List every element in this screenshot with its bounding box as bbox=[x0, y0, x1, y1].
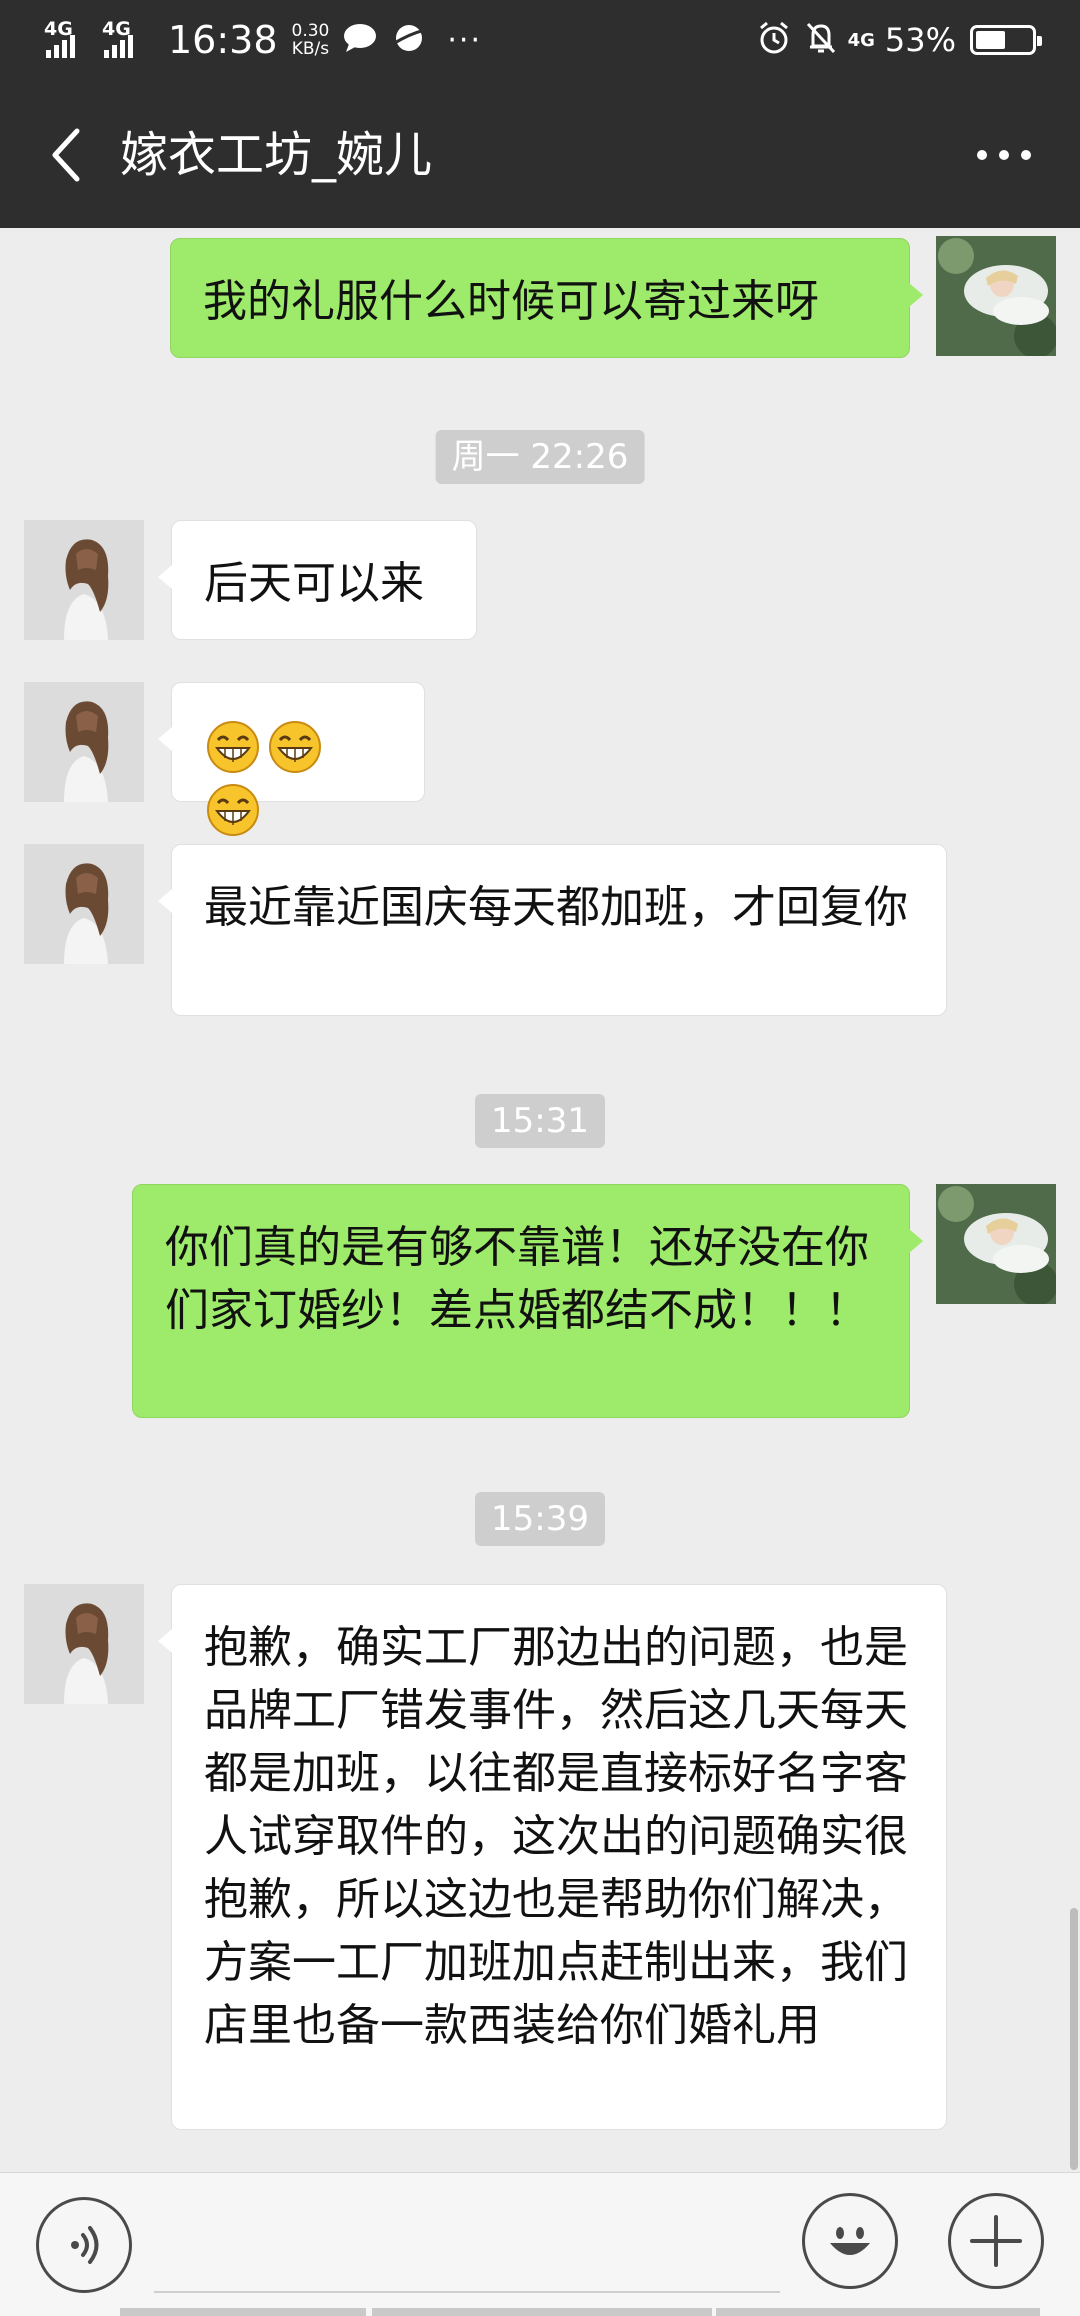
mute-bell-icon bbox=[804, 20, 838, 60]
signal-icon: 4G bbox=[44, 18, 92, 60]
back-arrow-icon bbox=[52, 128, 80, 182]
my-avatar[interactable] bbox=[936, 236, 1056, 356]
message-bubble-incoming[interactable]: 最近靠近国庆每天都加班，才回复你 bbox=[158, 844, 947, 1016]
chat-header: 嫁衣工坊_婉儿 bbox=[0, 80, 1080, 228]
chat-area[interactable]: 我的礼服什么时候可以寄过来呀 周一 22:26 后天可以来 最近靠近国庆每天都加… bbox=[0, 228, 1080, 2172]
status-time: 16:38 bbox=[168, 18, 278, 62]
smiley-icon bbox=[830, 2227, 870, 2255]
message-text: 我的礼服什么时候可以寄过来呀 bbox=[203, 276, 819, 327]
timestamp: 15:39 bbox=[475, 1492, 605, 1546]
chat-bubble-icon bbox=[343, 23, 377, 57]
message-bubble-incoming[interactable]: 后天可以来 bbox=[158, 520, 477, 640]
plus-button[interactable] bbox=[948, 2193, 1044, 2289]
keyboard-strip bbox=[120, 2308, 366, 2316]
status-left: 4G 4G 16:38 0.30 KB/s ··· bbox=[44, 16, 482, 64]
grin-emoji-icon bbox=[206, 783, 260, 837]
message-text: 后天可以来 bbox=[204, 558, 424, 609]
battery-icon bbox=[970, 25, 1042, 55]
message-text: 抱歉，确实工厂那边出的问题，也是品牌工厂错发事件，然后这几天每天都是加班，以往都… bbox=[204, 1622, 908, 2051]
speed-unit: KB/s bbox=[291, 39, 330, 59]
keyboard-strip bbox=[716, 2308, 1040, 2316]
more-dots-icon bbox=[977, 150, 1031, 160]
contact-avatar[interactable] bbox=[24, 682, 144, 802]
timestamp: 15:31 bbox=[475, 1094, 605, 1148]
signal-icon: 4G bbox=[102, 18, 150, 60]
battery-percent: 53% bbox=[884, 21, 956, 59]
speed-value: 0.30 bbox=[291, 21, 330, 41]
input-bar bbox=[0, 2172, 1080, 2316]
message-bubble-outgoing[interactable]: 你们真的是有够不靠谱！还好没在你们家订婚纱！差点婚都结不成！！！ bbox=[132, 1184, 923, 1418]
keyboard-strip bbox=[372, 2308, 712, 2316]
contact-avatar[interactable] bbox=[24, 1584, 144, 1704]
more-options-button[interactable] bbox=[964, 120, 1044, 190]
contact-avatar[interactable] bbox=[24, 520, 144, 640]
chat-title: 嫁衣工坊_婉儿 bbox=[120, 127, 433, 183]
my-avatar[interactable] bbox=[936, 1184, 1056, 1304]
plus-icon bbox=[970, 2215, 1022, 2267]
network-speed: 0.30 KB/s bbox=[292, 22, 330, 58]
voice-icon bbox=[71, 2226, 99, 2264]
alarm-icon bbox=[756, 20, 792, 60]
more-notifications-icon: ··· bbox=[447, 22, 482, 58]
timestamp: 周一 22:26 bbox=[435, 430, 645, 484]
planet-icon bbox=[391, 22, 427, 58]
message-text: 你们真的是有够不靠谱！还好没在你们家订婚纱！差点婚都结不成！！！ bbox=[165, 1222, 869, 1336]
scrollbar[interactable] bbox=[1070, 1908, 1078, 2170]
grin-emoji-icon bbox=[206, 720, 260, 774]
back-button[interactable] bbox=[36, 120, 96, 190]
status-right: 4G 53% bbox=[756, 16, 1042, 64]
message-bubble-incoming[interactable] bbox=[158, 682, 425, 836]
message-bubble-incoming[interactable]: 抱歉，确实工厂那边出的问题，也是品牌工厂错发事件，然后这几天每天都是加班，以往都… bbox=[158, 1584, 947, 2130]
voice-button[interactable] bbox=[36, 2197, 132, 2293]
message-input[interactable] bbox=[154, 2193, 780, 2293]
message-text: 最近靠近国庆每天都加班，才回复你 bbox=[204, 882, 908, 933]
contact-avatar[interactable] bbox=[24, 844, 144, 964]
grin-emoji-icon bbox=[268, 720, 322, 774]
emoji-button[interactable] bbox=[802, 2193, 898, 2289]
network-type-label: 4G bbox=[847, 29, 875, 51]
status-bar: 4G 4G 16:38 0.30 KB/s ··· 4G 53% bbox=[0, 0, 1080, 80]
message-bubble-outgoing[interactable]: 我的礼服什么时候可以寄过来呀 bbox=[170, 238, 923, 358]
